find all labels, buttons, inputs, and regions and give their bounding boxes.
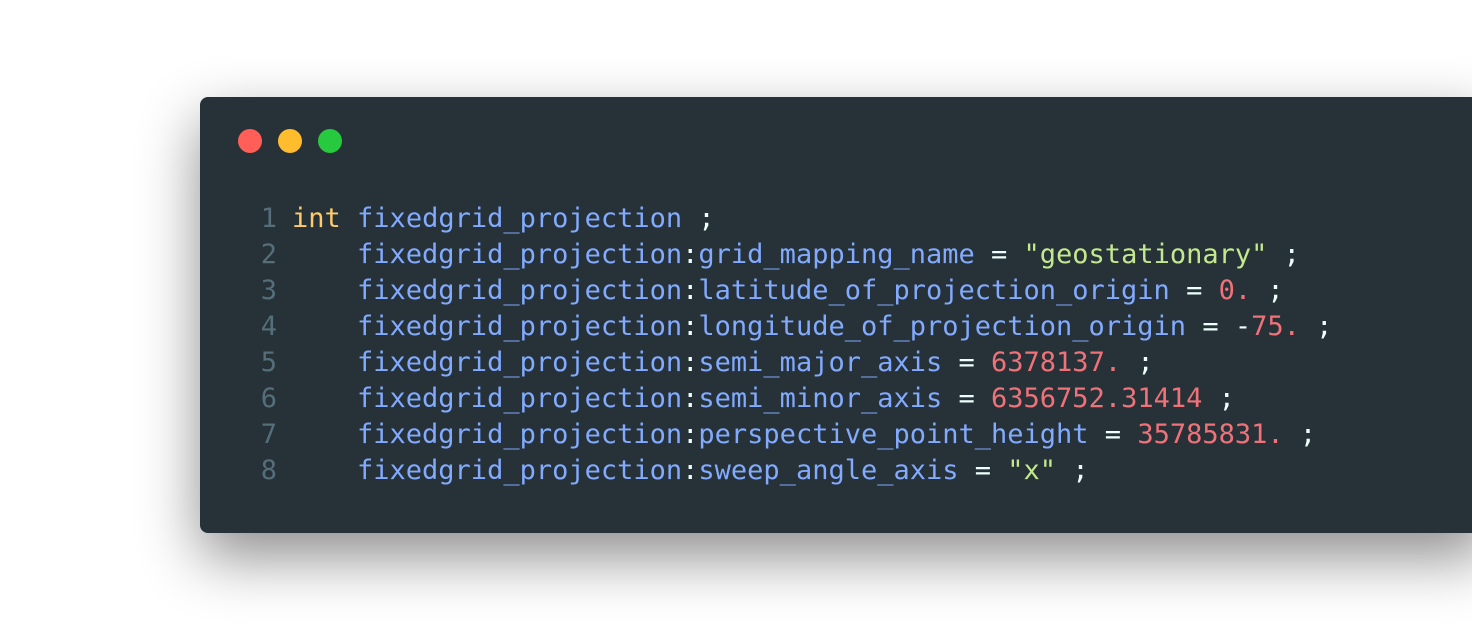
- code-text: fixedgrid_projection:longitude_of_projec…: [292, 309, 1332, 345]
- code-token-identifier: fixedgrid_projection: [292, 419, 683, 450]
- maximize-button[interactable]: [318, 129, 342, 153]
- code-line: 8 fixedgrid_projection:sweep_angle_axis …: [257, 453, 1332, 489]
- code-line: 1 int fixedgrid_projection ;: [257, 201, 1332, 237]
- code-token-number: 75.: [1251, 311, 1300, 342]
- code-token-attribute: perspective_point_height: [698, 419, 1089, 450]
- code-text: fixedgrid_projection:semi_minor_axis = 6…: [292, 381, 1235, 417]
- code-block: 1 int fixedgrid_projection ; 2 fixedgrid_p…: [257, 201, 1333, 489]
- code-token-plain: :: [682, 347, 699, 378]
- code-token-identifier: fixedgrid_projection: [292, 383, 683, 414]
- line-number: 8: [260, 455, 277, 486]
- code-token-identifier: fixedgrid_projection: [292, 311, 683, 342]
- code-token-attribute: longitude_of_projection_origin: [698, 311, 1187, 342]
- code-token-attribute: grid_mapping_name: [698, 239, 975, 270]
- line-number: 2: [260, 239, 277, 270]
- line-number: 7: [260, 419, 277, 450]
- code-token-number: 6378137.: [991, 347, 1122, 378]
- code-token-plain: :: [682, 239, 699, 270]
- code-token-number: 0.: [1218, 275, 1252, 306]
- code-token-plain: :: [682, 455, 699, 486]
- code-token-string: "geostationary": [1023, 239, 1268, 270]
- line-number: 4: [260, 311, 277, 342]
- line-number: 1: [260, 203, 277, 234]
- code-token-plain: ;: [1283, 419, 1317, 450]
- line-number: 6: [260, 383, 277, 414]
- code-token-plain: ;: [1267, 239, 1300, 270]
- code-token-number: 35785831.: [1137, 419, 1284, 450]
- code-token-plain: =: [974, 239, 1024, 270]
- line-number: 5: [260, 347, 277, 378]
- code-token-plain: ;: [1251, 275, 1284, 306]
- code-line: 2 fixedgrid_projection:grid_mapping_name…: [257, 237, 1332, 273]
- code-token-plain: :: [682, 275, 699, 306]
- code-line: 3 fixedgrid_projection:latitude_of_proje…: [257, 273, 1332, 309]
- code-line: 5 fixedgrid_projection:semi_major_axis =…: [257, 345, 1332, 381]
- code-text: int fixedgrid_projection ;: [292, 201, 715, 237]
- code-token-number: 6356752.31414: [991, 383, 1203, 414]
- code-token-plain: ;: [682, 203, 715, 234]
- code-token-identifier: fixedgrid_projection: [357, 203, 683, 234]
- code-token-plain: :: [682, 419, 699, 450]
- code-token-plain: =: [958, 455, 1008, 486]
- code-token-plain: =: [942, 383, 992, 414]
- code-token-identifier: fixedgrid_projection: [292, 347, 683, 378]
- code-token-identifier: fixedgrid_projection: [292, 455, 683, 486]
- code-token-plain: :: [682, 383, 699, 414]
- code-token-keyword: int: [292, 203, 341, 234]
- code-text: fixedgrid_projection:semi_major_axis = 6…: [292, 345, 1154, 381]
- code-token-plain: :: [682, 311, 699, 342]
- code-window: 1 int fixedgrid_projection ; 2 fixedgrid_p…: [200, 97, 1472, 533]
- code-token-plain: =: [942, 347, 992, 378]
- code-token-attribute: semi_major_axis: [698, 347, 943, 378]
- code-line: 7 fixedgrid_projection:perspective_point…: [257, 417, 1332, 453]
- line-number: 3: [260, 275, 277, 306]
- code-token-string: "x": [1007, 455, 1057, 486]
- code-token-plain: =: [1088, 419, 1138, 450]
- code-line: 6 fixedgrid_projection:semi_minor_axis =…: [257, 381, 1332, 417]
- code-token-identifier: fixedgrid_projection: [292, 275, 683, 306]
- code-token-identifier: fixedgrid_projection: [292, 239, 683, 270]
- code-text: fixedgrid_projection:grid_mapping_name =…: [292, 237, 1300, 273]
- code-text: fixedgrid_projection:sweep_angle_axis = …: [292, 453, 1089, 489]
- code-line: 4 fixedgrid_projection:longitude_of_proj…: [257, 309, 1333, 345]
- code-token-attribute: sweep_angle_axis: [698, 455, 959, 486]
- minimize-button[interactable]: [278, 129, 302, 153]
- code-text: fixedgrid_projection:latitude_of_project…: [292, 273, 1284, 309]
- close-button[interactable]: [238, 129, 262, 153]
- code-token-plain: =: [1169, 275, 1219, 306]
- code-token-attribute: semi_minor_axis: [698, 383, 943, 414]
- code-token-plain: ;: [1299, 311, 1333, 342]
- code-token-plain: ;: [1056, 455, 1089, 486]
- code-token-attribute: latitude_of_projection_origin: [698, 275, 1170, 306]
- code-token-plain: = -: [1186, 311, 1252, 342]
- code-text: fixedgrid_projection:perspective_point_h…: [292, 417, 1316, 453]
- code-token-plain: ;: [1202, 383, 1235, 414]
- code-token-plain: ;: [1121, 347, 1154, 378]
